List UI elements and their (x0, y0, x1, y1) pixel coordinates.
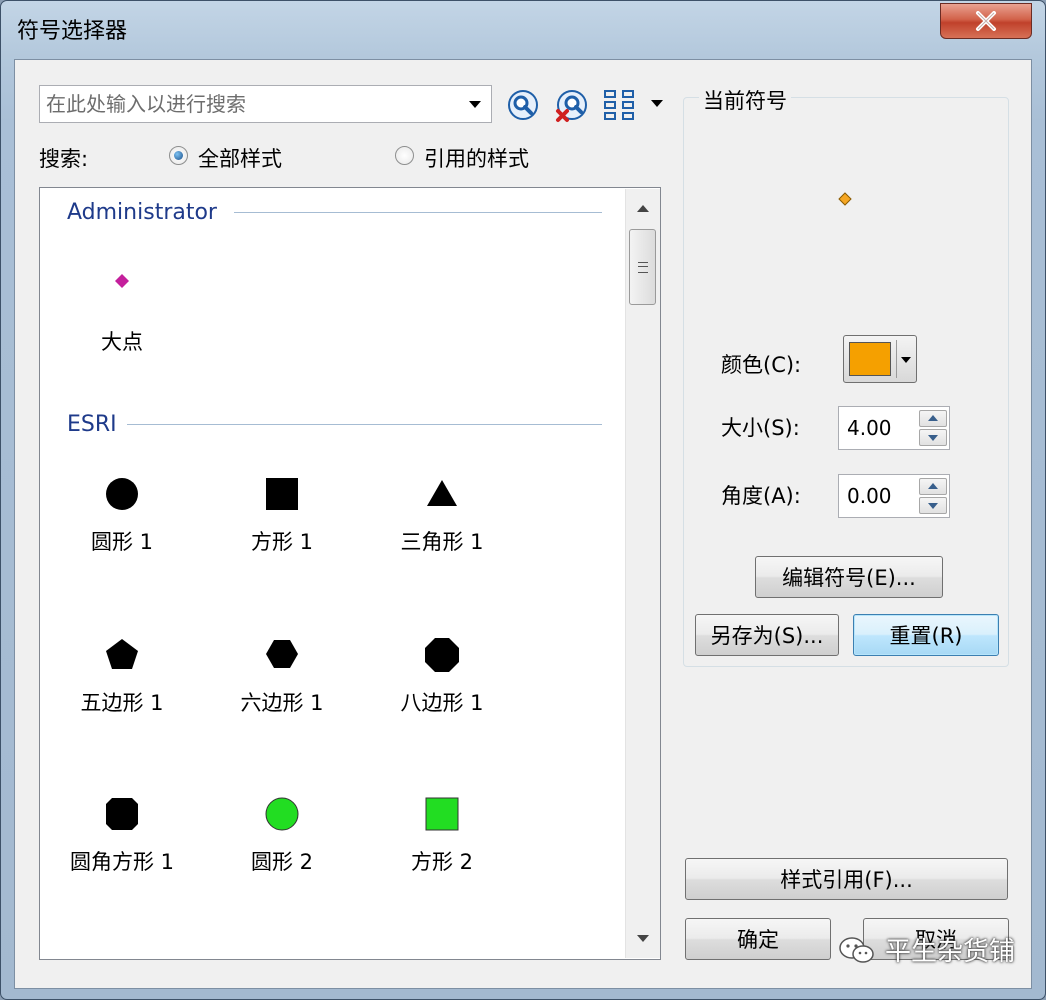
style-references-button[interactable]: 样式引用(F)... (685, 858, 1008, 900)
symbol-label: 五边形 1 (80, 691, 164, 715)
radio-referenced-styles-label[interactable]: 引用的样式 (424, 143, 529, 173)
search-combobox[interactable] (39, 85, 492, 123)
symbol-item-triangle-1[interactable]: 三角形 1 (382, 474, 502, 554)
spin-down-icon[interactable] (919, 497, 947, 514)
symbol-selector-window: 符号选择器 搜索: 全部样式 引用的样式 Ad (0, 0, 1046, 1000)
clear-search-icon[interactable] (554, 89, 588, 123)
symbol-item-pentagon-1[interactable]: 五边形 1 (62, 635, 182, 715)
color-picker-button[interactable] (843, 335, 917, 383)
save-as-button[interactable]: 另存为(S)... (695, 614, 839, 656)
square-marker-icon (425, 797, 459, 831)
current-symbol-preview (838, 192, 852, 206)
symbol-swatch-big-dot (115, 274, 129, 288)
ok-button[interactable]: 确定 (685, 918, 831, 960)
chevron-down-icon[interactable] (469, 100, 481, 108)
close-button[interactable] (940, 3, 1032, 39)
symbol-label: 三角形 1 (400, 530, 484, 554)
grid-view-icon[interactable] (603, 88, 637, 122)
group-title-esri: ESRI (67, 412, 117, 437)
rounded-square-marker-icon (106, 798, 138, 830)
scroll-up-icon[interactable] (637, 205, 649, 212)
group-divider (127, 424, 602, 425)
angle-input[interactable] (845, 483, 917, 509)
circle-marker-icon (265, 797, 299, 831)
circle-marker-icon (106, 478, 138, 510)
angle-label: 角度(A): (721, 484, 801, 508)
symbol-item-square-1[interactable]: 方形 1 (222, 474, 342, 554)
symbol-item-rounded-square-1[interactable]: 圆角方形 1 (62, 794, 182, 874)
radio-all-styles[interactable] (169, 146, 188, 165)
close-icon (976, 11, 996, 31)
current-symbol-title: 当前符号 (699, 85, 791, 115)
symbol-list-scrollbar[interactable] (625, 189, 660, 958)
symbol-label: 八边形 1 (400, 691, 484, 715)
symbol-list[interactable]: Administrator 大点 ESRI 圆形 1 方形 1 三角形 1 五边… (39, 187, 661, 960)
wechat-icon (839, 937, 874, 963)
symbol-label: 方形 2 (410, 850, 474, 874)
diamond-marker-icon (115, 274, 129, 288)
symbol-item-hexagon-1[interactable]: 六边形 1 (222, 635, 342, 715)
size-input[interactable] (845, 415, 917, 441)
radio-referenced-styles[interactable] (395, 146, 414, 165)
color-swatch (849, 342, 891, 376)
group-divider (234, 212, 602, 213)
triangle-marker-icon (427, 480, 457, 506)
symbol-label: 大点 (101, 330, 143, 354)
chevron-down-icon[interactable] (901, 357, 911, 363)
symbol-label: 方形 1 (250, 530, 314, 554)
spin-up-icon[interactable] (919, 410, 947, 427)
angle-spinner[interactable] (838, 474, 950, 518)
scroll-down-icon[interactable] (637, 935, 649, 942)
spin-up-icon[interactable] (919, 478, 947, 495)
spin-down-icon[interactable] (919, 429, 947, 446)
symbol-item-circle-2[interactable]: 圆形 2 (222, 794, 342, 874)
symbol-label: 圆形 2 (250, 850, 314, 874)
reset-button[interactable]: 重置(R) (853, 614, 999, 656)
square-marker-icon (266, 478, 298, 510)
search-input[interactable] (40, 89, 469, 119)
size-label: 大小(S): (721, 416, 800, 440)
symbol-item-octagon-1[interactable]: 八边形 1 (382, 635, 502, 715)
symbol-item-big-dot[interactable]: 大点 (62, 266, 182, 354)
window-title: 符号选择器 (17, 19, 128, 44)
search-scope-label: 搜索: (39, 147, 89, 171)
pentagon-marker-icon (106, 639, 138, 669)
symbol-label: 六边形 1 (240, 691, 324, 715)
group-title-administrator: Administrator (67, 200, 217, 225)
magnifier-icon[interactable] (507, 89, 539, 121)
radio-all-styles-label[interactable]: 全部样式 (198, 143, 282, 173)
symbol-label: 圆形 1 (90, 530, 154, 554)
watermark-text: 平生杂货铺 (885, 937, 1016, 967)
edit-symbol-button[interactable]: 编辑符号(E)... (755, 556, 943, 598)
symbol-item-circle-1[interactable]: 圆形 1 (62, 474, 182, 554)
size-spinner[interactable] (838, 406, 950, 450)
color-label: 颜色(C): (721, 353, 802, 377)
symbol-item-square-2[interactable]: 方形 2 (382, 794, 502, 874)
hexagon-marker-icon (266, 640, 298, 668)
octagon-marker-icon (425, 638, 459, 672)
view-dropdown-icon[interactable] (651, 100, 663, 107)
symbol-label: 圆角方形 1 (69, 850, 175, 874)
color-separator (896, 340, 897, 378)
scroll-thumb[interactable] (629, 229, 656, 305)
